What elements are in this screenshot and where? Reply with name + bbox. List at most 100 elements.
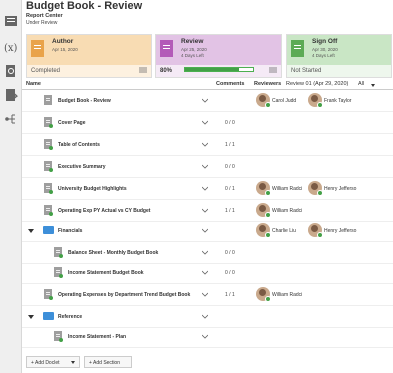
chevron-down-icon[interactable] [201, 270, 209, 275]
chevron-down-icon[interactable] [201, 120, 209, 125]
table-row[interactable]: Executive Summary 0 / 0 [22, 156, 393, 178]
row-name[interactable]: Income Statement Budget Book [68, 270, 144, 276]
main-panel: Budget Book - Review Report Center Under… [22, 0, 393, 373]
comment-count: 0 / 0 [225, 120, 235, 126]
reviewer[interactable]: Carol Judd [256, 93, 308, 109]
expand-icon[interactable] [28, 315, 34, 319]
comment-count: 0 / 0 [225, 250, 235, 256]
row-name[interactable]: Operating Exp PY Actual vs CY Budget [58, 208, 150, 214]
signoff-icon [291, 40, 306, 58]
author-card[interactable]: Author Apr 15, 2020 Completed [26, 34, 152, 78]
reviewer-name: William Radci [272, 208, 303, 214]
add-doclet-button[interactable]: + Add Doclet [26, 356, 80, 368]
card-title: Review [181, 38, 204, 45]
chevron-down-icon[interactable] [201, 98, 209, 103]
reviewer-name: William Radci [272, 186, 303, 192]
card-date: Apr 30, 2020 [312, 47, 338, 52]
reviewer[interactable]: Frank Taylor [308, 93, 360, 109]
check-icon [265, 212, 271, 218]
card-status: Not Started [291, 68, 322, 74]
row-name[interactable]: Cover Page [58, 120, 86, 126]
doc-export-icon[interactable] [4, 88, 19, 102]
row-name[interactable]: Budget Book - Review [58, 98, 111, 104]
search-doc-icon[interactable] [4, 64, 18, 78]
table-row[interactable]: Cover Page 0 / 0 [22, 112, 393, 134]
card-title: Sign Off [312, 38, 338, 45]
table-row[interactable]: Table of Contents 1 / 1 [22, 134, 393, 156]
row-name[interactable]: Financials [58, 228, 82, 234]
reviewer[interactable]: Henry Jefferso [308, 223, 360, 239]
reviewer-name: Henry Jefferso [324, 186, 357, 192]
review-card[interactable]: Review Apr 25, 2020 4 Days Left 80% [155, 34, 282, 78]
table-row[interactable]: Reference [22, 306, 393, 328]
library-icon[interactable] [4, 14, 18, 28]
expand-icon[interactable] [28, 229, 34, 233]
document-icon [44, 205, 53, 216]
comment-count: 0 / 0 [225, 164, 235, 170]
document-icon [44, 183, 53, 194]
table-row[interactable]: Income Statement - Plan [22, 326, 393, 348]
review-icon [160, 40, 175, 58]
add-section-label: + Add Section [89, 360, 120, 366]
folder-icon [43, 226, 54, 234]
table-row[interactable]: Budget Book - Review Carol Judd Frank Tayl… [22, 90, 393, 112]
chevron-down-icon[interactable] [201, 314, 209, 319]
add-section-button[interactable]: + Add Section [84, 356, 132, 368]
card-days-left: 4 Days Left [312, 53, 335, 58]
reviewer[interactable]: Henry Jefferso [308, 181, 360, 197]
table-row[interactable]: Operating Expenses by Department Trend B… [22, 284, 393, 306]
row-name[interactable]: University Budget Highlights [58, 186, 127, 192]
chevron-down-icon[interactable] [201, 228, 209, 233]
list-icon[interactable] [139, 67, 147, 73]
table-row[interactable]: Financials Charlie Liu Henry Jefferso [22, 220, 393, 242]
reviewer[interactable]: William Radci [256, 203, 308, 219]
column-reviewers[interactable]: Reviewers [254, 81, 281, 87]
breadcrumb[interactable]: Report Center [26, 13, 63, 19]
comment-count: 1 / 1 [225, 292, 235, 298]
chevron-down-icon[interactable] [201, 292, 209, 297]
chevron-down-icon[interactable] [201, 164, 209, 169]
reviewer[interactable]: Charlie Liu [256, 223, 308, 239]
row-name[interactable]: Executive Summary [58, 164, 106, 170]
check-icon [317, 190, 323, 196]
document-icon [44, 139, 53, 150]
chevron-down-icon[interactable] [201, 208, 209, 213]
check-icon [265, 232, 271, 238]
document-icon [44, 95, 53, 106]
row-name[interactable]: Table of Contents [58, 142, 100, 148]
chevron-down-icon[interactable] [201, 186, 209, 191]
review-progress-bar [184, 67, 254, 72]
column-name[interactable]: Name [26, 81, 41, 87]
row-name[interactable]: Operating Expenses by Department Trend B… [58, 292, 190, 298]
table-row[interactable]: Operating Exp PY Actual vs CY Budget 1 / … [22, 200, 393, 222]
chevron-down-icon[interactable] [71, 361, 75, 364]
review-round-select[interactable]: Review 01 (Apr 29, 2020) [286, 81, 348, 87]
filter-select[interactable]: All [358, 81, 364, 87]
author-icon [31, 40, 46, 58]
left-rail: (x) [0, 0, 22, 373]
card-status: Completed [31, 68, 61, 74]
table-row[interactable]: University Budget Highlights 0 / 1 William… [22, 178, 393, 200]
reviewer-name: William Radci [272, 292, 303, 298]
comment-count: 0 / 1 [225, 186, 235, 192]
column-comments[interactable]: Comments [216, 81, 244, 87]
reviewer[interactable]: William Radci [256, 181, 308, 197]
signoff-card[interactable]: Sign Off Apr 30, 2020 4 Days Left Not St… [286, 34, 392, 78]
svg-text:(x): (x) [4, 43, 18, 54]
chevron-down-icon[interactable] [371, 84, 375, 87]
variable-icon[interactable]: (x) [4, 40, 18, 54]
table-row[interactable]: Income Statement Budget Book 0 / 0 [22, 262, 393, 284]
reviewer[interactable]: William Radci [256, 287, 308, 303]
row-name[interactable]: Balance Sheet - Monthly Budget Book [68, 250, 158, 256]
chevron-down-icon[interactable] [201, 334, 209, 339]
row-name[interactable]: Income Statement - Plan [68, 334, 126, 340]
hierarchy-icon[interactable] [4, 112, 18, 126]
chevron-down-icon[interactable] [201, 250, 209, 255]
list-icon[interactable] [269, 67, 277, 73]
chevron-down-icon[interactable] [201, 142, 209, 147]
row-name[interactable]: Reference [58, 314, 82, 320]
reviewer-name: Frank Taylor [324, 98, 352, 104]
document-icon [54, 247, 63, 258]
table-row[interactable]: Balance Sheet - Monthly Budget Book 0 / 0 [22, 242, 393, 264]
progress-fill [185, 68, 240, 71]
